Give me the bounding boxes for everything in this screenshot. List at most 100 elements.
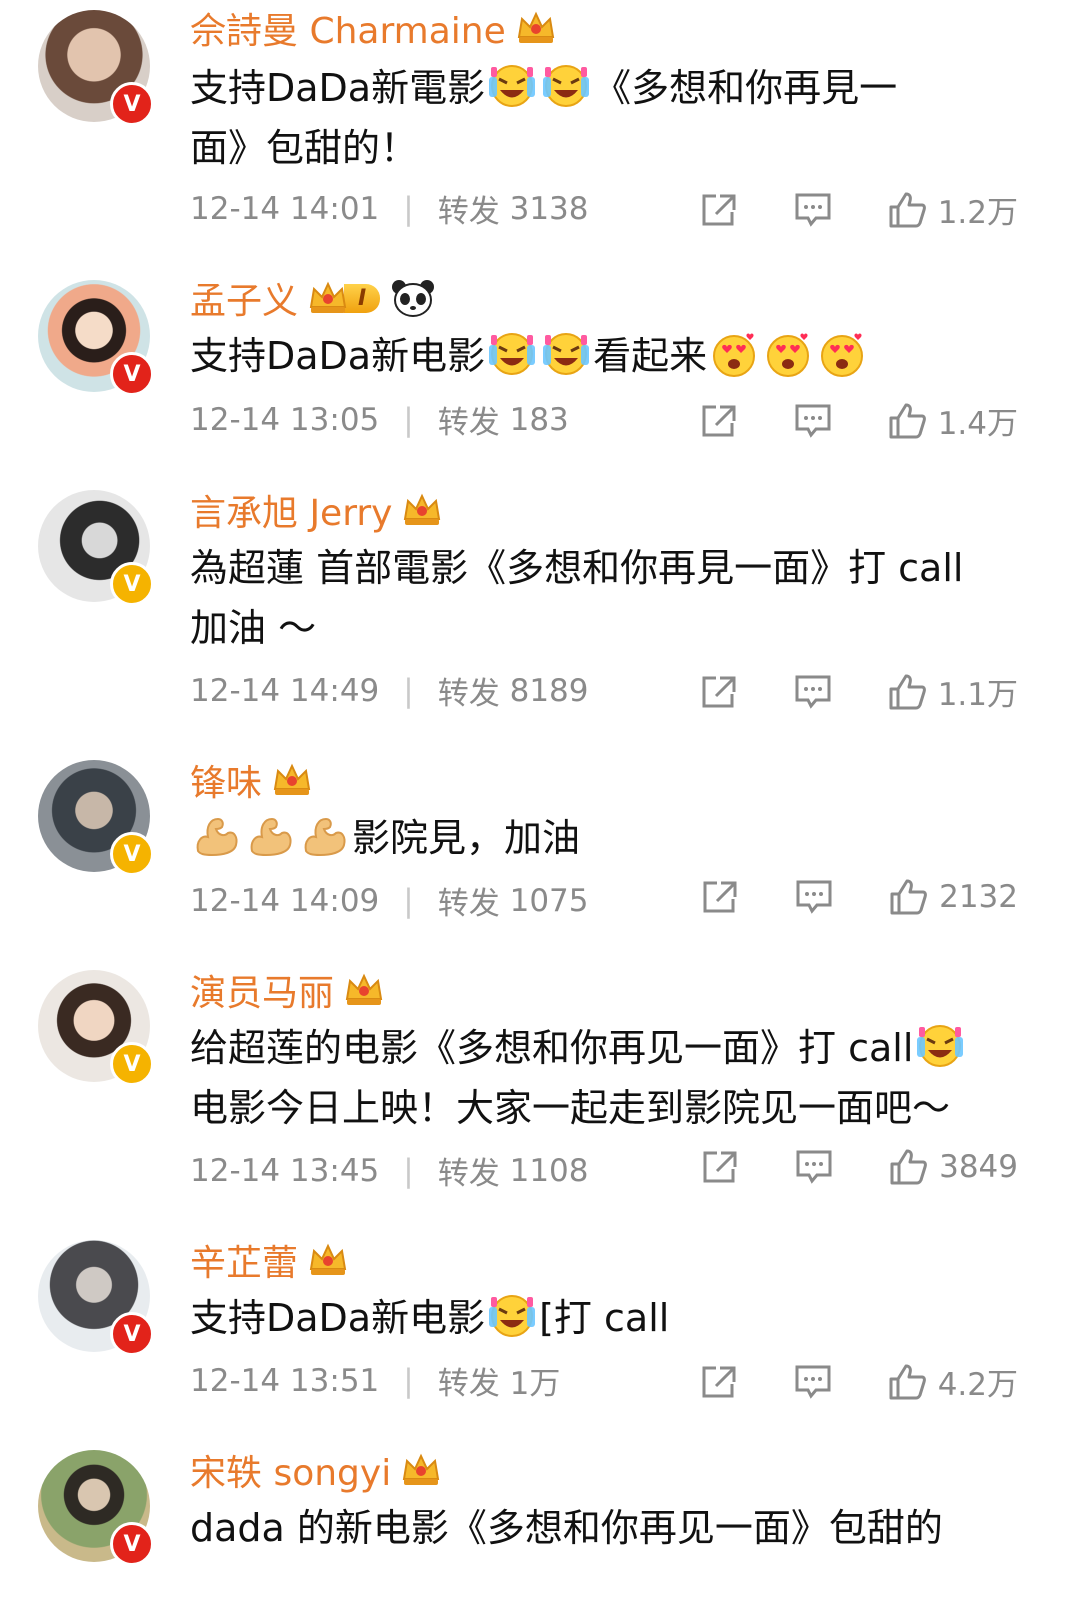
timestamp: 12-14 14:01: [190, 190, 380, 227]
repost-count: 3138: [509, 190, 589, 227]
repost-count: 183: [509, 401, 569, 438]
laughing-emoji-icon: [487, 1293, 537, 1339]
repost-label: 转发: [437, 886, 500, 922]
username-text: 孟子义: [190, 281, 299, 322]
like-icon[interactable]: [889, 879, 927, 915]
like-icon[interactable]: [888, 1364, 926, 1400]
comment-text-line: 面》包甜的！: [190, 126, 419, 170]
action-bar: 3849: [645, 1149, 1018, 1185]
comment-icon[interactable]: [795, 879, 833, 915]
divider: |: [403, 672, 414, 709]
username-text: 锋味: [190, 763, 263, 804]
avatar[interactable]: V: [38, 490, 154, 606]
repost-label: 转发: [437, 1156, 500, 1192]
username-text: 演员马丽: [190, 973, 335, 1014]
comment-text-line: 加油 ～: [190, 606, 317, 650]
verified-badge: V: [110, 1042, 154, 1086]
like-count: 4.2万: [937, 1367, 1018, 1403]
timestamp: 12-14 13:45: [190, 1152, 380, 1189]
repost-icon[interactable]: [700, 192, 738, 228]
comment-text-line: 给超莲的电影《多想和你再见一面》打 call: [190, 1026, 914, 1070]
repost-icon[interactable]: [700, 1364, 738, 1400]
divider: |: [403, 1362, 414, 1399]
verified-badge: V: [110, 832, 154, 876]
repost-count: 1075: [509, 882, 589, 919]
crown-icon: [308, 281, 348, 315]
crown-icon: [344, 973, 384, 1007]
avatar[interactable]: V: [38, 760, 154, 876]
laughing-emoji-icon: [541, 331, 591, 377]
username-text: 佘詩曼 Charmaine: [190, 11, 506, 52]
username[interactable]: 孟子义 I: [190, 272, 436, 324]
avatar[interactable]: V: [38, 10, 154, 126]
username[interactable]: 辛芷蕾: [190, 1234, 348, 1286]
username-text: 辛芷蕾: [190, 1243, 299, 1284]
crown-icon: [401, 1453, 441, 1487]
verified-badge: V: [110, 1522, 154, 1566]
like-count: 1.2万: [937, 195, 1018, 231]
crown-icon: [308, 1243, 348, 1277]
action-bar: 4.2万: [644, 1359, 1018, 1404]
comment-text: 支持DaDa新電影 《多想和你再見一 面》包甜的！: [190, 58, 1040, 178]
repost-icon[interactable]: [701, 1149, 739, 1185]
like-count: 1.1万: [937, 677, 1018, 713]
panda-icon: [390, 278, 436, 318]
comment-icon[interactable]: [794, 674, 832, 710]
avatar[interactable]: V: [38, 280, 154, 396]
repost-count: 8189: [509, 672, 589, 709]
action-bar: 1.4万: [644, 398, 1018, 443]
divider: |: [403, 401, 414, 438]
comment-text: dada 的新电影《多想和你再见一面》包甜的: [190, 1498, 1040, 1558]
username-text: 宋轶 songyi: [190, 1453, 392, 1494]
comment-text: 為超蓮 首部電影《多想和你再見一面》打 call 加油 ～: [190, 538, 1040, 658]
username[interactable]: 佘詩曼 Charmaine: [190, 2, 556, 54]
comment-text-line: 看起来: [593, 334, 708, 378]
like-count: 3849: [939, 1149, 1018, 1185]
action-bar: 2132: [645, 879, 1018, 915]
avatar[interactable]: V: [38, 1450, 154, 1566]
like-icon[interactable]: [889, 1149, 927, 1185]
repost-label: 转发: [437, 1366, 500, 1402]
laughing-emoji-icon: [915, 1023, 965, 1069]
divider: |: [403, 882, 414, 919]
comment-text-line: 支持DaDa新电影: [190, 1296, 486, 1340]
flexed-bicep-emoji-icon: [192, 813, 242, 859]
timestamp: 12-14 14:09: [190, 882, 380, 919]
action-bar: 1.2万: [644, 187, 1018, 232]
avatar[interactable]: V: [38, 970, 154, 1086]
comment-text-line: 支持DaDa新电影: [190, 334, 486, 378]
repost-label: 转发: [437, 194, 500, 230]
comment-icon[interactable]: [794, 192, 832, 228]
repost-icon[interactable]: [701, 879, 739, 915]
comment-text-line: 為超蓮 首部電影《多想和你再見一面》打 call: [190, 546, 964, 590]
comment-icon[interactable]: [794, 403, 832, 439]
divider: |: [403, 190, 414, 227]
heart-eyes-emoji-icon: [709, 331, 759, 377]
timestamp: 12-14 13:05: [190, 401, 380, 438]
level-badge-text: I: [344, 283, 381, 313]
comment-text-line: 电影今日上映！大家一起走到影院见一面吧～: [190, 1086, 951, 1130]
like-icon[interactable]: [888, 192, 926, 228]
heart-eyes-emoji-icon: [817, 331, 867, 377]
comment-icon[interactable]: [794, 1364, 832, 1400]
avatar[interactable]: V: [38, 1240, 154, 1356]
repost-label: 转发: [437, 676, 500, 712]
repost-count: 1108: [509, 1152, 589, 1189]
username[interactable]: 言承旭 Jerry: [190, 484, 442, 536]
comment-text-line: 《多想和你再見一: [593, 66, 898, 110]
comment-text: 给超莲的电影《多想和你再见一面》打 call 电影今日上映！大家一起走到影院见一…: [190, 1018, 1040, 1138]
timestamp: 12-14 14:49: [190, 672, 380, 709]
action-bar: 1.1万: [644, 669, 1018, 714]
like-icon[interactable]: [888, 403, 926, 439]
laughing-emoji-icon: [487, 331, 537, 377]
like-count: 1.4万: [937, 406, 1018, 442]
repost-icon[interactable]: [700, 403, 738, 439]
comment-text: 支持DaDa新电影 看起来: [190, 326, 1040, 386]
comment-text: 影院見，加油: [190, 808, 1040, 868]
username[interactable]: 宋轶 songyi: [190, 1444, 441, 1496]
repost-icon[interactable]: [700, 674, 738, 710]
comment-icon[interactable]: [795, 1149, 833, 1185]
username[interactable]: 锋味: [190, 754, 312, 806]
username[interactable]: 演员马丽: [190, 964, 384, 1016]
like-icon[interactable]: [888, 674, 926, 710]
